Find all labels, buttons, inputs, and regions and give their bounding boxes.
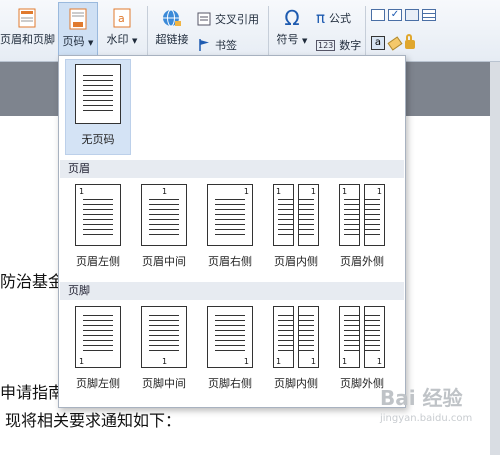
watermark-logo-text: Bai 经验 <box>380 386 463 410</box>
header-inside-option[interactable]: 1 1 页眉内侧 <box>269 184 323 269</box>
chevron-down-icon: ▼ <box>132 37 138 45</box>
omega-icon: Ω <box>284 6 300 30</box>
pi-icon: π <box>316 9 326 27</box>
header-center-option[interactable]: 1 页眉中间 <box>137 184 191 269</box>
word-processor-window: 页眉和页脚 页码 ▼ a 水印 ▼ 超链接 交叉引用 书签 Ω 符号 ▼ π 公… <box>0 0 500 455</box>
footer-left-option[interactable]: 1 页脚左侧 <box>71 306 125 391</box>
footer-section-title: 页脚 <box>60 282 404 300</box>
page-thumbnail <box>75 64 121 124</box>
table-icon[interactable] <box>422 9 436 21</box>
bookmark-label: 书签 <box>215 39 237 52</box>
header-footer-label: 页眉和页脚 <box>0 33 55 46</box>
doc-line-3: 现将相关要求通知如下： <box>5 411 182 430</box>
page-number-label: 页码 <box>62 35 85 48</box>
number-button[interactable]: 123 数字 <box>316 37 361 53</box>
text-box-icon[interactable]: a <box>371 36 385 50</box>
page-thumbnail: 1 <box>75 306 121 368</box>
header-outside-option[interactable]: 1 1 页眉外侧 <box>335 184 389 269</box>
header-footer-button[interactable]: 页眉和页脚 <box>0 8 55 47</box>
watermark-button[interactable]: a 水印 ▼ <box>101 8 143 47</box>
watermark-icon: a <box>113 8 131 28</box>
chevron-down-icon: ▼ <box>302 37 308 45</box>
lock-icon[interactable] <box>405 34 415 49</box>
symbol-label: 符号 <box>276 33 299 46</box>
page-number-dropdown: 无页码 页眉 1 页眉左侧 1 页眉中间 1 页眉右侧 1 1 页眉内侧 1 1… <box>58 55 406 408</box>
page-thumbnail: 1 <box>141 306 187 368</box>
page-thumbnail: 1 1 <box>273 306 319 368</box>
doc-line-2: 申请指南 <box>0 383 65 402</box>
svg-text:a: a <box>118 12 125 25</box>
page-thumbnail: 1 1 <box>273 184 319 246</box>
page-thumbnail: 1 <box>207 306 253 368</box>
bookmark-button[interactable]: 书签 <box>197 37 237 53</box>
header-footer-icon <box>18 8 36 28</box>
form-tools-row-2: a <box>371 34 415 51</box>
globe-link-icon <box>163 9 181 27</box>
page-thumbnail: 1 1 <box>339 184 385 246</box>
footer-outside-option[interactable]: 1 1 页脚外侧 <box>335 306 389 391</box>
header-right-option[interactable]: 1 页眉右侧 <box>203 184 257 269</box>
no-page-number-label: 无页码 <box>81 133 115 146</box>
page-thumbnail: 1 <box>207 184 253 246</box>
number-icon: 123 <box>316 39 336 51</box>
watermark-url: jingyan.baidu.com <box>380 413 473 424</box>
cross-reference-icon <box>197 12 211 26</box>
page-thumbnail: 1 1 <box>339 306 385 368</box>
page-thumbnail: 1 <box>75 184 121 246</box>
cross-reference-button[interactable]: 交叉引用 <box>197 11 259 27</box>
checkbox-icon[interactable]: ✓ <box>388 9 402 21</box>
bookmark-flag-icon <box>199 39 209 51</box>
symbol-button[interactable]: Ω 符号 ▼ <box>272 8 312 47</box>
footer-inside-option[interactable]: 1 1 页脚内侧 <box>269 306 323 391</box>
hyperlink-button[interactable]: 超链接 <box>152 8 192 47</box>
page-number-button[interactable]: 页码 ▼ <box>58 2 98 57</box>
list-field-icon[interactable] <box>405 9 419 21</box>
eraser-icon[interactable] <box>387 35 403 51</box>
insert-ribbon: 页眉和页脚 页码 ▼ a 水印 ▼ 超链接 交叉引用 书签 Ω 符号 ▼ π 公… <box>0 0 500 62</box>
hyperlink-label: 超链接 <box>155 33 189 46</box>
no-page-number-option[interactable]: 无页码 <box>65 59 131 155</box>
page-number-icon <box>69 8 87 30</box>
footer-center-option[interactable]: 1 页脚中间 <box>137 306 191 391</box>
footer-right-option[interactable]: 1 页脚右侧 <box>203 306 257 391</box>
header-left-option[interactable]: 1 页眉左侧 <box>71 184 125 269</box>
number-label: 数字 <box>339 39 362 52</box>
page-thumbnail: 1 <box>141 184 187 246</box>
header-section-title: 页眉 <box>60 160 404 178</box>
chevron-down-icon: ▼ <box>88 39 94 47</box>
formula-button[interactable]: π 公式 <box>316 9 351 27</box>
doc-line-1: 防治基金 <box>0 272 65 291</box>
watermark-label: 水印 <box>106 33 129 46</box>
form-tools-row: ✓ <box>371 9 436 21</box>
formula-label: 公式 <box>329 12 352 25</box>
baidu-jingyan-watermark: Bai 经验 jingyan.baidu.com <box>380 382 498 448</box>
text-field-icon[interactable] <box>371 9 385 21</box>
cross-reference-label: 交叉引用 <box>215 13 259 26</box>
